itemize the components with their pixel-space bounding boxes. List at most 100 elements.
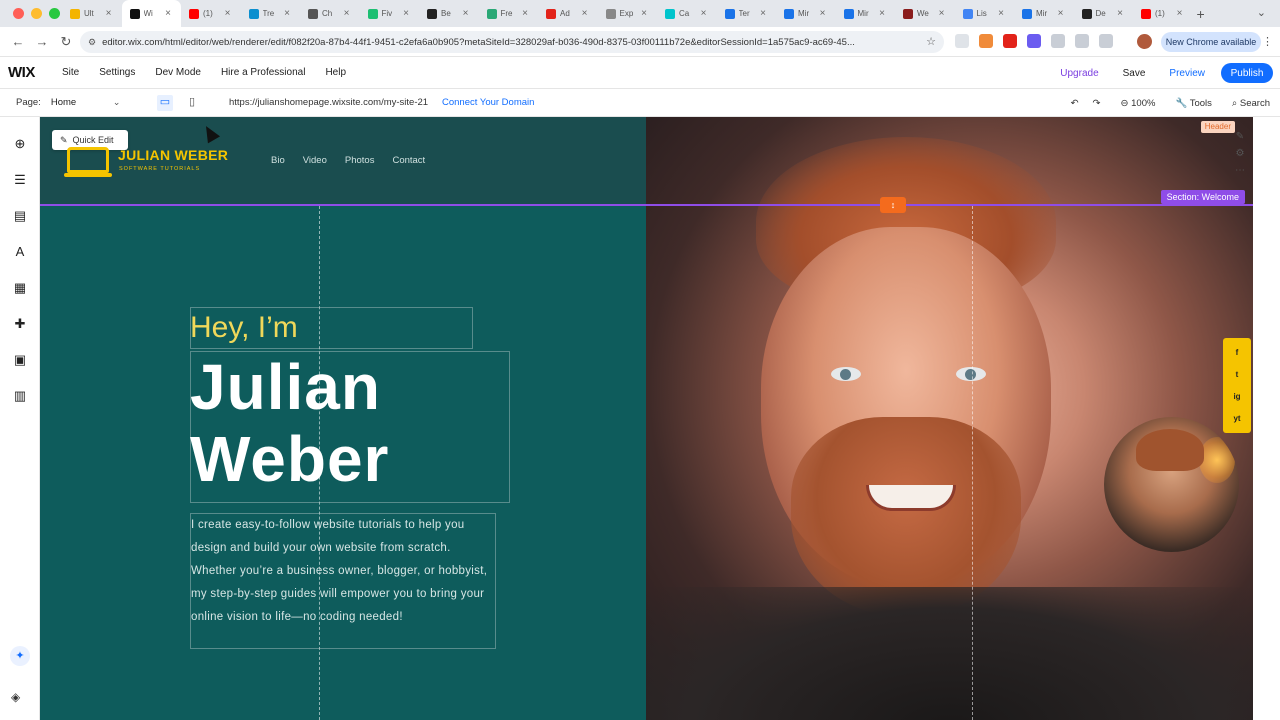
browser-tab[interactable]: Wi ×	[121, 0, 181, 27]
browser-tab[interactable]: Mir ×	[1014, 0, 1074, 27]
publish-button[interactable]: Publish	[1221, 63, 1273, 83]
browser-tab[interactable]: (1) ×	[1133, 0, 1193, 27]
laptop-logo-icon[interactable]	[64, 147, 112, 177]
section-resize-handle[interactable]: ↕	[880, 197, 906, 213]
chrome-menu-icon[interactable]: ⋮	[1262, 35, 1273, 48]
extension-gray-icon[interactable]	[1051, 34, 1065, 48]
instagram-icon[interactable]: ig	[1233, 392, 1240, 401]
tab-close-icon[interactable]: ×	[165, 8, 171, 19]
tab-close-icon[interactable]: ×	[582, 8, 588, 19]
upgrade-button[interactable]: Upgrade	[1060, 68, 1098, 79]
redo-icon[interactable]: ↷	[1093, 98, 1101, 109]
address-bar[interactable]: ⚙ editor.wix.com/html/editor/web/rendere…	[80, 31, 944, 53]
wix-logo[interactable]: WIX	[8, 64, 62, 81]
header-settings-icon[interactable]: ⚙	[1236, 148, 1245, 159]
site-nav-photos[interactable]: Photos	[345, 155, 375, 166]
extension-pen-icon[interactable]	[979, 34, 993, 48]
site-nav-bio[interactable]: Bio	[271, 155, 285, 166]
extension-red-icon[interactable]	[1003, 34, 1017, 48]
tab-close-icon[interactable]: ×	[879, 8, 885, 19]
header-tag[interactable]: Header	[1200, 121, 1235, 133]
add-elements-icon[interactable]: ⊕	[11, 135, 29, 153]
desktop-view-icon[interactable]: ▭	[157, 95, 173, 111]
facebook-icon[interactable]: f	[1236, 348, 1239, 357]
tab-close-icon[interactable]: ×	[284, 8, 290, 19]
editor-canvas[interactable]: ✎ Quick Edit JULIAN WEBER SOFTWARE TUTOR…	[40, 117, 1253, 720]
preview-button[interactable]: Preview	[1169, 68, 1205, 79]
address-url[interactable]: editor.wix.com/html/editor/web/renderer/…	[102, 37, 922, 48]
add-section-icon[interactable]: ☰	[11, 171, 29, 189]
extensions-puzzle-icon[interactable]	[1075, 34, 1089, 48]
browser-tab[interactable]: Ch ×	[300, 0, 360, 27]
site-nav-video[interactable]: Video	[303, 155, 327, 166]
new-tab-button[interactable]: +	[1197, 6, 1205, 22]
browser-tab[interactable]: Ult ×	[62, 0, 122, 27]
browser-tab[interactable]: (1) ×	[181, 0, 241, 27]
tab-close-icon[interactable]: ×	[760, 8, 766, 19]
cast-icon[interactable]	[955, 34, 969, 48]
site-nav-contact[interactable]: Contact	[392, 155, 425, 166]
header-edit-icon[interactable]: ✎	[1236, 131, 1244, 142]
page-selector[interactable]: Home	[51, 97, 113, 108]
tab-close-icon[interactable]: ×	[403, 8, 409, 19]
browser-tab[interactable]: Lis ×	[955, 0, 1015, 27]
tab-close-icon[interactable]: ×	[1177, 8, 1183, 19]
tab-close-icon[interactable]: ×	[225, 8, 231, 19]
browser-tab[interactable]: Ad ×	[538, 0, 598, 27]
section-label[interactable]: Section: Welcome	[1160, 190, 1245, 204]
tab-close-icon[interactable]: ×	[522, 8, 528, 19]
minimize-window-button[interactable]	[31, 8, 42, 19]
cms-icon[interactable]: ▥	[11, 387, 29, 405]
tab-close-icon[interactable]: ×	[463, 8, 469, 19]
reload-icon[interactable]: ↻	[54, 34, 78, 50]
tab-search-chevron-icon[interactable]: ⌄	[1257, 6, 1266, 19]
browser-tab[interactable]: Exp ×	[598, 0, 658, 27]
tab-close-icon[interactable]: ×	[998, 8, 1004, 19]
tab-close-icon[interactable]: ×	[641, 8, 647, 19]
tab-close-icon[interactable]: ×	[820, 8, 826, 19]
browser-tab[interactable]: Fre ×	[479, 0, 539, 27]
tab-close-icon[interactable]: ×	[1058, 8, 1064, 19]
undo-icon[interactable]: ↶	[1071, 98, 1079, 109]
profile-avatar[interactable]	[1137, 34, 1152, 49]
browser-tab[interactable]: Ter ×	[717, 0, 777, 27]
add-apps-icon[interactable]: ▦	[11, 279, 29, 297]
browser-tab[interactable]: Tre ×	[241, 0, 301, 27]
youtube-icon[interactable]: yt	[1233, 414, 1240, 423]
close-window-button[interactable]	[13, 8, 24, 19]
menu-dev-mode[interactable]: Dev Mode	[155, 67, 201, 78]
chrome-update-button[interactable]: New Chrome available	[1161, 32, 1261, 52]
tab-close-icon[interactable]: ×	[939, 8, 945, 19]
twitter-icon[interactable]: t	[1236, 370, 1239, 379]
business-apps-icon[interactable]: ✚	[11, 315, 29, 333]
tools-button[interactable]: 🔧 Tools	[1175, 98, 1211, 109]
browser-tab[interactable]: Ca ×	[657, 0, 717, 27]
browser-tab[interactable]: Fiv ×	[360, 0, 420, 27]
ai-assistant-icon[interactable]: ✦	[10, 646, 30, 666]
browser-tab[interactable]: De ×	[1074, 0, 1134, 27]
back-arrow-icon[interactable]: ←	[6, 34, 30, 49]
connect-domain-link[interactable]: Connect Your Domain	[442, 97, 534, 108]
menu-settings[interactable]: Settings	[99, 67, 135, 78]
tab-close-icon[interactable]: ×	[1117, 8, 1123, 19]
browser-tab[interactable]: Mir ×	[776, 0, 836, 27]
site-info-icon[interactable]: ⚙	[88, 37, 96, 48]
bookmark-star-icon[interactable]: ☆	[926, 35, 936, 48]
menu-help[interactable]: Help	[325, 67, 346, 78]
tab-close-icon[interactable]: ×	[344, 8, 350, 19]
browser-tab[interactable]: We ×	[895, 0, 955, 27]
download-icon[interactable]	[1099, 34, 1113, 48]
chevron-down-icon[interactable]: ⌄	[113, 97, 121, 108]
search-button[interactable]: ⌕ Search	[1232, 98, 1270, 109]
menu-site[interactable]: Site	[62, 67, 79, 78]
tab-close-icon[interactable]: ×	[701, 8, 707, 19]
zoom-control[interactable]: ⊖ 100%	[1121, 98, 1156, 109]
header-more-icon[interactable]: ⋯	[1235, 165, 1245, 176]
pages-menu-icon[interactable]: ▤	[11, 207, 29, 225]
media-icon[interactable]: ▣	[11, 351, 29, 369]
site-design-icon[interactable]: A	[11, 243, 29, 261]
browser-tab[interactable]: Mir ×	[836, 0, 896, 27]
save-button[interactable]: Save	[1123, 68, 1146, 79]
forward-arrow-icon[interactable]: →	[30, 34, 54, 49]
layers-icon[interactable]: ◈	[11, 690, 20, 704]
